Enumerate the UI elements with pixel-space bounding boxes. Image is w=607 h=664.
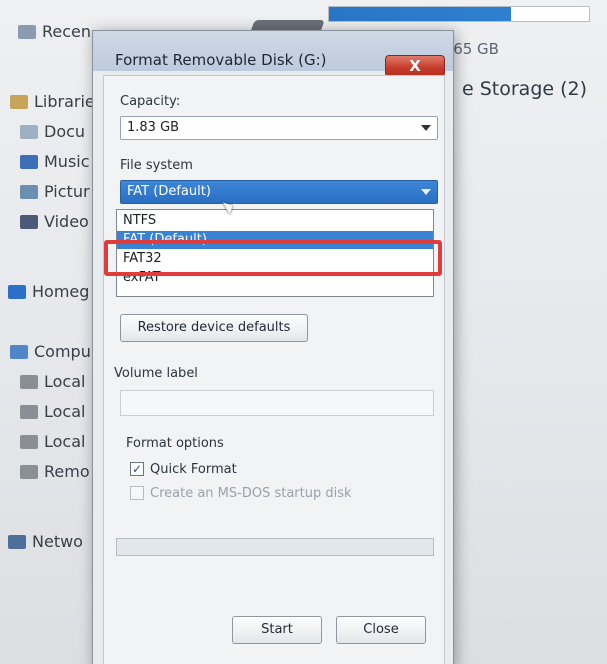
nav-item-label: Homeg bbox=[32, 282, 90, 301]
drive-usage-bar bbox=[328, 6, 590, 22]
nav-item-label: Local bbox=[44, 402, 86, 421]
nav-item-label: Netwo bbox=[32, 532, 83, 551]
removable-storage-heading: e Storage (2) bbox=[462, 78, 588, 100]
nav-item-label: Librarie bbox=[34, 92, 95, 111]
fat32-highlight-annotation bbox=[104, 240, 442, 276]
format-options-label: Format options bbox=[126, 436, 224, 451]
nav-item-label: Recen bbox=[42, 22, 92, 41]
nav-item-libraries[interactable]: Librarie bbox=[10, 92, 95, 111]
msdos-startup-label: Create an MS-DOS startup disk bbox=[150, 486, 352, 501]
close-window-button[interactable]: X bbox=[385, 55, 445, 77]
local-disk-icon bbox=[20, 404, 38, 419]
capacity-value: 1.83 GB bbox=[127, 120, 180, 135]
nav-item-label: Docu bbox=[44, 122, 86, 141]
nav-item-computer[interactable]: Compu bbox=[10, 342, 91, 361]
nav-item-local-disk[interactable]: Local bbox=[20, 432, 85, 451]
file-system-value: FAT (Default) bbox=[127, 184, 211, 199]
nav-item-documents[interactable]: Docu bbox=[20, 122, 85, 141]
screenshot-frame: Recen Librarie Docu Music Pictur Video H… bbox=[0, 0, 607, 664]
nav-item-network[interactable]: Netwo bbox=[8, 532, 83, 551]
dialog-titlebar[interactable]: Format Removable Disk (G:) X bbox=[93, 31, 453, 77]
volume-label-label: Volume label bbox=[114, 366, 198, 381]
libraries-icon bbox=[10, 94, 28, 109]
nav-item-label: Local bbox=[44, 432, 86, 451]
nav-item-videos[interactable]: Video bbox=[20, 212, 89, 231]
quick-format-label: Quick Format bbox=[150, 462, 237, 477]
file-system-label: File system bbox=[120, 158, 193, 173]
network-icon bbox=[8, 534, 26, 549]
removable-disk-icon bbox=[20, 464, 38, 479]
volume-label-input[interactable] bbox=[120, 390, 434, 416]
dialog-body: Capacity: 1.83 GB File system FAT (Defau… bbox=[103, 75, 445, 664]
nav-item-label: Pictur bbox=[44, 182, 90, 201]
capacity-select[interactable]: 1.83 GB bbox=[120, 116, 438, 140]
nav-item-label: Compu bbox=[34, 342, 91, 361]
nav-item-homegroup[interactable]: Homeg bbox=[8, 282, 89, 301]
pictures-icon bbox=[20, 184, 38, 199]
close-icon: X bbox=[409, 57, 421, 75]
nav-item-music[interactable]: Music bbox=[20, 152, 90, 171]
file-system-select[interactable]: FAT (Default) bbox=[120, 180, 438, 204]
recent-places-icon bbox=[18, 24, 36, 39]
dialog-title: Format Removable Disk (G:) bbox=[115, 51, 327, 69]
start-button[interactable]: Start bbox=[232, 616, 322, 644]
format-progress-bar bbox=[116, 538, 434, 556]
nav-item-recent[interactable]: Recen bbox=[18, 22, 91, 41]
documents-icon bbox=[20, 124, 38, 139]
format-dialog: Format Removable Disk (G:) X Capacity: 1… bbox=[92, 30, 454, 664]
local-disk-icon bbox=[20, 374, 38, 389]
chevron-down-icon bbox=[421, 189, 431, 195]
quick-format-checkbox[interactable]: ✓ bbox=[130, 462, 144, 476]
nav-item-label: Video bbox=[44, 212, 89, 231]
restore-defaults-button[interactable]: Restore device defaults bbox=[120, 314, 308, 342]
file-system-option-ntfs[interactable]: NTFS bbox=[117, 212, 433, 230]
nav-item-local-disk[interactable]: Local bbox=[20, 402, 85, 421]
computer-icon bbox=[10, 344, 28, 359]
nav-item-label: Remo bbox=[44, 462, 90, 481]
capacity-label: Capacity: bbox=[120, 94, 181, 109]
nav-item-removable-disk[interactable]: Remo bbox=[20, 462, 90, 481]
local-disk-icon bbox=[20, 434, 38, 449]
nav-item-label: Music bbox=[44, 152, 90, 171]
nav-item-local-disk[interactable]: Local bbox=[20, 372, 85, 391]
music-icon bbox=[20, 154, 38, 169]
nav-item-label: Local bbox=[44, 372, 86, 391]
videos-icon bbox=[20, 214, 38, 229]
nav-item-pictures[interactable]: Pictur bbox=[20, 182, 90, 201]
chevron-down-icon bbox=[421, 125, 431, 131]
close-button[interactable]: Close bbox=[336, 616, 426, 644]
msdos-startup-checkbox bbox=[130, 486, 144, 500]
homegroup-icon bbox=[8, 284, 26, 299]
